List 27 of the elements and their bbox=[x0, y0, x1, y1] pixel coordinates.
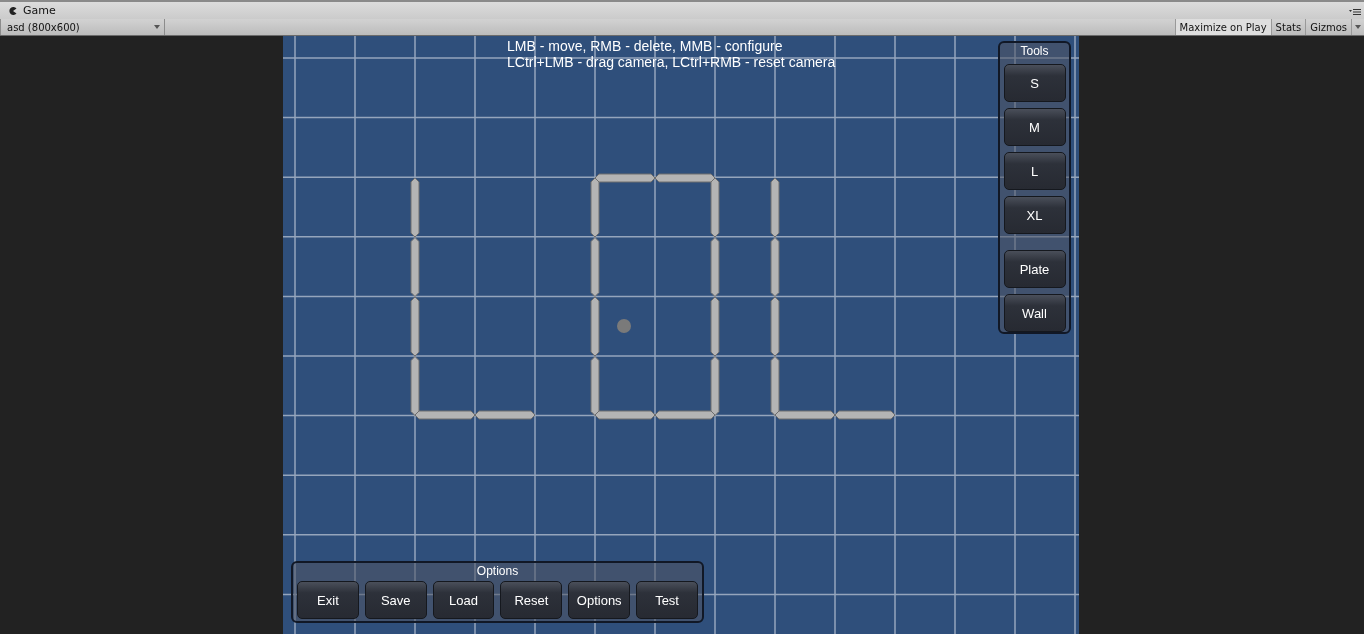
game-tab-icon bbox=[8, 5, 18, 16]
tool-button[interactable]: Plate bbox=[1003, 250, 1066, 288]
player-dot bbox=[617, 319, 631, 333]
tool-button[interactable]: XL bbox=[1003, 196, 1066, 234]
option-button[interactable]: Test bbox=[636, 581, 698, 619]
aspect-dropdown[interactable]: asd (800x600) bbox=[0, 19, 165, 35]
toolbar-button[interactable]: Maximize on Play bbox=[1174, 19, 1271, 35]
option-button[interactable]: Options bbox=[568, 581, 631, 619]
tool-button[interactable]: S bbox=[1003, 64, 1066, 102]
panel-title: Tools bbox=[1020, 44, 1049, 58]
option-button[interactable]: Reset bbox=[500, 581, 563, 619]
game-tab[interactable]: Game bbox=[0, 2, 64, 19]
toolbar-button[interactable]: Stats bbox=[1270, 19, 1306, 35]
gizmos-dropdown[interactable] bbox=[1351, 19, 1364, 35]
tab-menu-icon[interactable] bbox=[1349, 8, 1361, 16]
tool-button[interactable]: M bbox=[1003, 108, 1066, 146]
caret-icon bbox=[1355, 25, 1361, 29]
option-button[interactable]: Exit bbox=[297, 581, 359, 619]
option-button[interactable]: Save bbox=[364, 581, 427, 619]
panel-title: Options bbox=[475, 564, 520, 578]
toolbar-button[interactable]: Gizmos bbox=[1305, 19, 1351, 35]
tool-button[interactable]: L bbox=[1003, 152, 1066, 190]
tool-button[interactable]: Wall bbox=[1003, 294, 1066, 332]
caret-icon bbox=[154, 25, 160, 29]
option-button[interactable]: Load bbox=[432, 581, 495, 619]
instruction-text: LCtrl+LMB - drag camera, LCtrl+RMB - reset camera bbox=[507, 54, 836, 70]
instruction-text: LMB - move, RMB - delete, MMB - configure bbox=[507, 38, 784, 54]
